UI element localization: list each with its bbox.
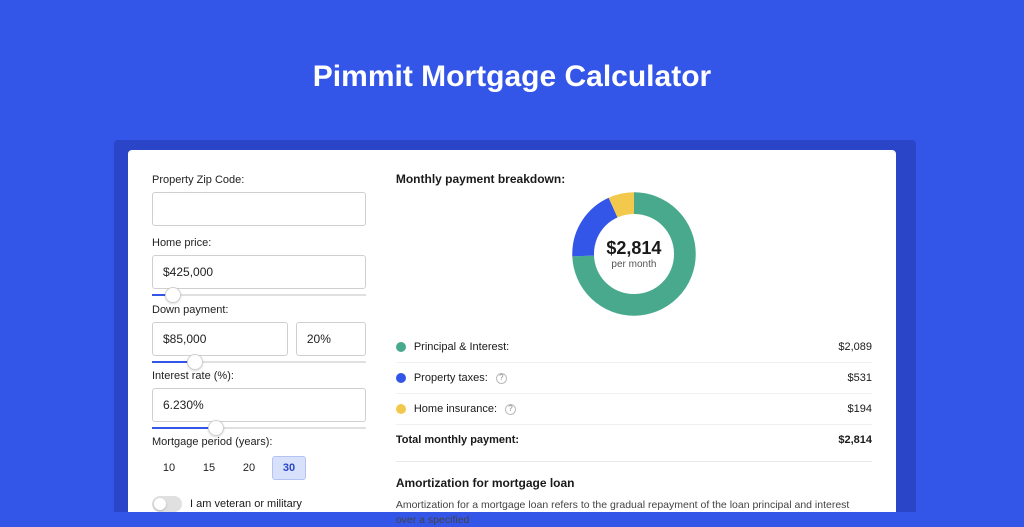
zip-label: Property Zip Code:	[152, 174, 366, 186]
period-option-20[interactable]: 20	[232, 456, 266, 480]
legend-label: Home insurance:	[414, 403, 497, 415]
period-label: Mortgage period (years):	[152, 436, 366, 448]
page-title: Pimmit Mortgage Calculator	[0, 0, 1024, 124]
period-options: 10152030	[152, 456, 366, 480]
period-option-15[interactable]: 15	[192, 456, 226, 480]
down-payment-pct-input[interactable]	[296, 322, 366, 356]
zip-input[interactable]	[152, 192, 366, 226]
home-price-input[interactable]	[152, 255, 366, 289]
legend-row: Property taxes:? $531	[396, 362, 872, 393]
help-icon[interactable]: ?	[496, 373, 507, 384]
legend-swatch	[396, 342, 406, 352]
legend-value: $2,089	[838, 341, 872, 353]
down-payment-input[interactable]	[152, 322, 288, 356]
legend-total-label: Total monthly payment:	[396, 434, 519, 446]
legend-swatch	[396, 373, 406, 383]
home-price-slider[interactable]	[152, 288, 366, 297]
down-payment-slider[interactable]	[152, 355, 366, 364]
interest-input[interactable]	[152, 388, 366, 422]
legend-total-value: $2,814	[838, 434, 872, 446]
veteran-label: I am veteran or military	[190, 498, 302, 510]
form-column: Property Zip Code: Home price: Down paym…	[152, 172, 366, 512]
interest-label: Interest rate (%):	[152, 370, 366, 382]
home-price-label: Home price:	[152, 237, 366, 249]
legend-value: $194	[848, 403, 872, 415]
breakdown-title: Monthly payment breakdown:	[396, 172, 872, 186]
results-column: Monthly payment breakdown: $2,814 per mo…	[396, 172, 872, 512]
payment-donut-chart: $2,814 per month	[572, 192, 696, 316]
legend: Principal & Interest: $2,089 Property taxe…	[396, 332, 872, 455]
veteran-toggle[interactable]	[152, 496, 182, 512]
legend-label: Property taxes:	[414, 372, 488, 384]
period-option-30[interactable]: 30	[272, 456, 306, 480]
help-icon[interactable]: ?	[505, 404, 516, 415]
amortization-title: Amortization for mortgage loan	[396, 476, 872, 490]
legend-label: Principal & Interest:	[414, 341, 509, 353]
amortization-text: Amortization for a mortgage loan refers …	[396, 498, 872, 527]
donut-amount: $2,814	[606, 238, 661, 259]
legend-total-row: Total monthly payment: $2,814	[396, 424, 872, 455]
legend-value: $531	[848, 372, 872, 384]
legend-row: Principal & Interest: $2,089	[396, 332, 872, 362]
legend-swatch	[396, 404, 406, 414]
interest-slider[interactable]	[152, 421, 366, 430]
period-option-10[interactable]: 10	[152, 456, 186, 480]
amortization-section: Amortization for mortgage loan Amortizat…	[396, 461, 872, 527]
donut-sublabel: per month	[611, 259, 656, 270]
calculator-card: Property Zip Code: Home price: Down paym…	[128, 150, 896, 512]
toggle-knob	[154, 498, 166, 510]
legend-row: Home insurance:? $194	[396, 393, 872, 424]
down-payment-label: Down payment:	[152, 304, 366, 316]
